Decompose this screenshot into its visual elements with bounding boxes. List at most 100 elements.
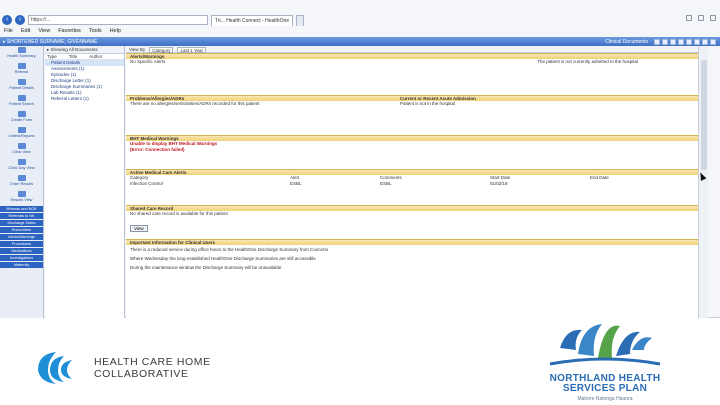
refresh-icon[interactable] <box>662 38 668 45</box>
tab-new[interactable] <box>296 14 305 26</box>
menu-edit[interactable]: Edit <box>21 27 30 36</box>
problems-col: Problems/Allergies/ADRs There are no all… <box>126 95 396 107</box>
hchc-wordmark: HEALTH CARE HOME COLLABORATIVE <box>94 356 211 380</box>
home-icon[interactable] <box>686 15 692 21</box>
rail-procedures[interactable]: Procedures <box>0 241 43 248</box>
nhsp-subtitle: Mahere Ratonga Hauora <box>577 396 633 402</box>
clinical-documents-link[interactable]: Clinical Documents <box>605 39 648 45</box>
view-by-select[interactable]: Category <box>149 46 174 53</box>
rail-medications[interactable]: Medications <box>0 248 43 255</box>
browser-window: ‹ › https://... Tri... Health Connect - … <box>0 0 720 318</box>
user-icon[interactable] <box>694 38 700 45</box>
window-controls <box>686 15 716 21</box>
col-author[interactable]: Author <box>89 54 102 59</box>
rail-order-results[interactable]: Order Results <box>0 174 43 190</box>
rail-clinic-view[interactable]: Clinic View <box>0 142 43 158</box>
menu-bar: File Edit View Favorites Tools Help <box>0 27 720 36</box>
shared-care-actions: View <box>126 217 698 232</box>
info-line-2: Where Wednesday the long-established Hea… <box>130 256 316 261</box>
hchc-logo: HEALTH CARE HOME COLLABORATIVE <box>34 348 211 388</box>
rail-encounters[interactable]: Encounters <box>0 227 43 234</box>
tree-row[interactable]: Referral Letters (1) <box>45 96 124 102</box>
info-line-3: During the maintenance window the Discha… <box>130 265 282 270</box>
grid-cell: Infection Control <box>130 181 163 186</box>
app-toolbar: ▸ SHORTENED SURNAME, GIVENNAME Clinical … <box>0 37 720 46</box>
admission-text: The patient is not currently admitted to… <box>537 59 638 64</box>
admission-detail: Patient is not in the hospital <box>400 101 456 106</box>
nhsp-logo: NORTHLAND HEALTH SERVICES PLAN Mahere Ra… <box>520 318 690 403</box>
period-select[interactable]: Last 1 Year <box>177 46 206 53</box>
rail-health-summary[interactable]: Health Summary <box>0 46 43 62</box>
summary-content: View By Category Last 1 Year Alerts/Warn… <box>126 46 698 318</box>
form-icon <box>17 111 26 117</box>
nhsp-logo-icon <box>549 324 661 366</box>
menu-tools[interactable]: Tools <box>89 27 102 36</box>
view-button[interactable]: View <box>130 225 148 232</box>
clinical-area: Clinical Documents <box>605 38 716 45</box>
grid-cell: ESBL <box>380 181 392 186</box>
rail-create-form[interactable]: Create Form <box>0 110 43 126</box>
menu-file[interactable]: File <box>4 27 13 36</box>
search-icon[interactable] <box>670 38 676 45</box>
rail-results-view[interactable]: Results View <box>0 190 43 206</box>
calendar-icon <box>17 159 26 165</box>
important-info-header: Important Information for Clinical Users <box>126 239 698 245</box>
rail-discharge[interactable]: Discharge Dates <box>0 220 43 227</box>
view-by-label: View By <box>129 47 146 52</box>
rail-alerts[interactable]: Alerts/Warnings <box>0 234 43 241</box>
scroll-thumb[interactable] <box>701 60 707 170</box>
rail-patient-details[interactable]: Patient Details <box>0 78 43 94</box>
admission-col: Current or Recent Acute Admission Patien… <box>396 95 698 107</box>
favorites-icon[interactable] <box>698 15 704 21</box>
rail-maternity[interactable]: Maternity <box>0 262 43 269</box>
grid-cell: 01/02/19 <box>490 181 508 186</box>
problems-text: There are no allergies/sensitivities/ADR… <box>130 101 260 106</box>
patient-icon <box>17 79 26 85</box>
settings-icon[interactable] <box>710 15 716 21</box>
table-row[interactable]: Infection Control ESBL ESBL 01/02/19 <box>126 181 698 187</box>
rail-referral[interactable]: Referral <box>0 62 43 78</box>
exit-icon[interactable] <box>710 38 716 45</box>
alert-icon[interactable] <box>686 38 692 45</box>
problems-row: Problems/Allergies/ADRs There are no all… <box>126 95 698 107</box>
grid-cell: ESBL <box>290 181 302 186</box>
rail-referrals[interactable]: Referrals to NK <box>0 213 43 220</box>
patient-breadcrumb[interactable]: ▸ SHORTENED SURNAME, GIVENNAME <box>3 39 97 45</box>
rail-letters[interactable]: Letters/Reports <box>0 126 43 142</box>
col-title[interactable]: Title <box>69 54 77 59</box>
hchc-logo-icon <box>38 352 72 384</box>
print-icon[interactable] <box>654 38 660 45</box>
menu-help[interactable]: Help <box>110 27 121 36</box>
results-icon <box>17 191 26 197</box>
help-icon[interactable] <box>678 38 684 45</box>
clinic-icon <box>17 143 26 149</box>
vertical-scrollbar[interactable] <box>698 46 708 318</box>
tab-healthone[interactable]: Tri... Health Connect - HealthOne <box>211 14 294 26</box>
settings-icon[interactable] <box>702 38 708 45</box>
info-line-1: There is a reduced service during office… <box>130 247 329 252</box>
summary-icon <box>17 47 26 53</box>
menu-favorites[interactable]: Favorites <box>58 27 81 36</box>
col-type[interactable]: Type <box>47 54 57 59</box>
rail-whanau[interactable]: Whanau and NOK <box>0 206 43 213</box>
referral-icon <box>17 63 26 69</box>
nhsp-line-2: SERVICES PLAN <box>562 383 648 394</box>
rail-investigations[interactable]: Investigations <box>0 255 43 262</box>
url-input[interactable]: https://... <box>28 15 208 25</box>
filter-bar: View By Category Last 1 Year <box>126 46 698 53</box>
rail-patient-search[interactable]: Patient Search <box>0 94 43 110</box>
left-rail: Health Summary Referral Patient Details … <box>0 46 44 318</box>
order-icon <box>17 175 26 181</box>
rail-clinic-day[interactable]: Clinic Day View <box>0 158 43 174</box>
back-button[interactable]: ‹ <box>2 15 12 25</box>
alerts-text: No Specific Alerts <box>130 59 166 64</box>
menu-view[interactable]: View <box>38 27 50 36</box>
forward-button[interactable]: › <box>15 15 25 25</box>
tree-filter[interactable]: ▸ Showing All Documents <box>45 46 124 54</box>
search-icon <box>17 95 26 101</box>
nhsp-wordmark: NORTHLAND HEALTH SERVICES PLAN <box>520 374 690 394</box>
